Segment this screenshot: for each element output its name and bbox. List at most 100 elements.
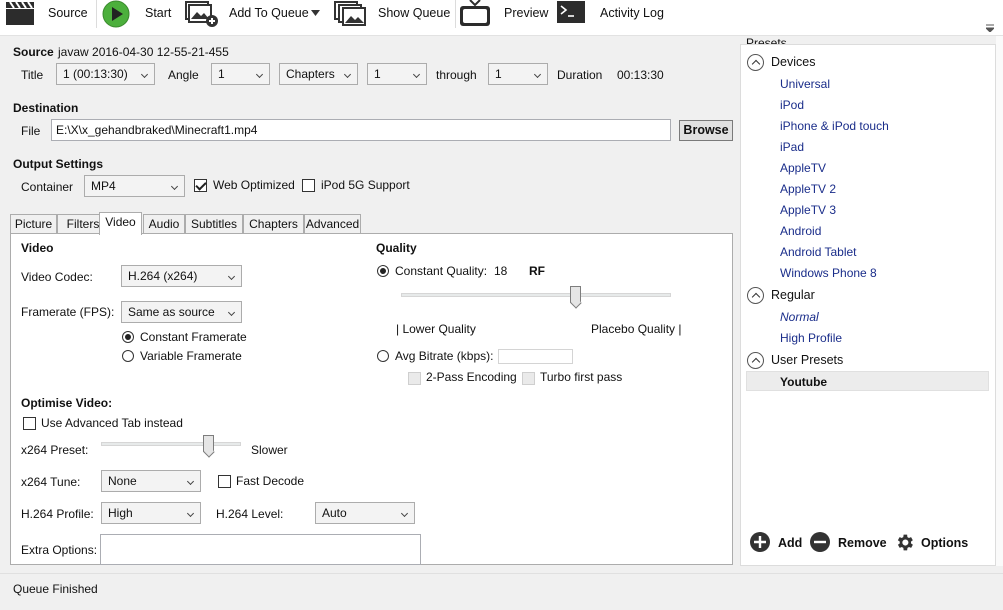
add-preset-label: Add xyxy=(778,536,803,550)
tab-chapters[interactable]: Chapters xyxy=(243,214,304,234)
avg-bitrate-radio[interactable] xyxy=(377,350,389,362)
tab-audio[interactable]: Audio xyxy=(143,214,185,234)
destination-heading: Destination xyxy=(13,101,79,115)
constant-framerate-radio[interactable] xyxy=(122,331,134,343)
preview-label: Preview xyxy=(504,6,549,20)
tab-advanced[interactable]: Advanced xyxy=(304,214,361,234)
source-button[interactable]: Source xyxy=(0,0,92,30)
collapse-chevron-icon xyxy=(747,54,764,71)
framerate-label: Framerate (FPS): xyxy=(21,305,115,319)
use-advanced-tab-label: Use Advanced Tab instead xyxy=(41,416,183,430)
preview-button[interactable]: Preview xyxy=(459,0,549,30)
quality-slider-track[interactable] xyxy=(401,293,671,297)
preset-category-label: Regular xyxy=(771,288,815,302)
preset-item-android[interactable]: Android xyxy=(780,224,821,238)
preset-item-windows-phone-8[interactable]: Windows Phone 8 xyxy=(780,266,877,280)
fast-decode-label: Fast Decode xyxy=(236,474,305,488)
remove-preset-label: Remove xyxy=(838,536,887,550)
preset-item-universal[interactable]: Universal xyxy=(780,77,830,91)
tab-video[interactable]: Video xyxy=(99,212,142,235)
h264-profile-select[interactable]: High xyxy=(101,502,201,524)
status-bar: Queue Finished xyxy=(0,573,1003,610)
optimise-video-heading: Optimise Video: xyxy=(21,396,113,410)
add-circle-icon xyxy=(750,532,770,552)
toolbar-separator xyxy=(455,0,456,28)
x264-tune-select[interactable]: None xyxy=(101,470,201,492)
placebo-quality-label: Placebo Quality | xyxy=(591,322,682,336)
extra-options-input[interactable] xyxy=(100,534,421,565)
add-to-queue-button[interactable]: Add To Queue xyxy=(183,0,323,30)
framerate-select[interactable]: Same as source xyxy=(121,301,242,323)
rf-value: 18 xyxy=(494,264,508,278)
preset-options-label: Options xyxy=(921,536,969,550)
two-pass-checkbox[interactable] xyxy=(408,372,421,385)
toolbar: Source Start Add To Queue Show Queue Pre… xyxy=(0,0,1003,36)
variable-framerate-label: Variable Framerate xyxy=(140,349,242,363)
tab-picture[interactable]: Picture xyxy=(10,214,57,234)
title-select[interactable]: 1 (00:13:30) xyxy=(56,63,155,85)
use-advanced-tab-checkbox[interactable] xyxy=(23,417,36,430)
start-label: Start xyxy=(145,6,172,20)
preset-item-android-tablet[interactable]: Android Tablet xyxy=(780,245,857,259)
preset-item-normal[interactable]: Normal xyxy=(780,310,819,324)
container-label: Container xyxy=(21,180,74,194)
dropdown-arrow-icon xyxy=(311,10,320,16)
h264-level-select[interactable]: Auto xyxy=(315,502,415,524)
show-queue-button[interactable]: Show Queue xyxy=(332,0,452,30)
video-tab-panel: Video Video Codec: H.264 (x264) Framerat… xyxy=(10,233,733,565)
preset-item-appletv[interactable]: AppleTV xyxy=(780,161,826,175)
tab-subtitles[interactable]: Subtitles xyxy=(185,214,243,234)
angle-select[interactable]: 1 xyxy=(211,63,270,85)
preset-item-iphone-ipod-touch[interactable]: iPhone & iPod touch xyxy=(780,119,889,133)
video-codec-select[interactable]: H.264 (x264) xyxy=(121,265,242,287)
web-optimized-checkbox[interactable] xyxy=(194,179,207,192)
source-heading: Source xyxy=(13,45,54,59)
avg-bitrate-label: Avg Bitrate (kbps): xyxy=(395,349,494,363)
quality-slider-thumb[interactable] xyxy=(570,286,581,303)
x264-tune-label: x264 Tune: xyxy=(21,475,81,489)
preset-item-youtube[interactable]: Youtube xyxy=(780,375,827,389)
preset-item-ipad[interactable]: iPad xyxy=(780,140,804,154)
turbo-first-pass-checkbox[interactable] xyxy=(522,372,535,385)
h264-profile-label: H.264 Profile: xyxy=(21,507,94,521)
preset-item-high-profile[interactable]: High Profile xyxy=(780,331,842,345)
container-select[interactable]: MP4 xyxy=(84,175,185,197)
fast-decode-checkbox[interactable] xyxy=(218,475,231,488)
range-start-select[interactable]: 1 xyxy=(367,63,427,85)
constant-quality-label: Constant Quality: xyxy=(395,264,488,278)
tv-icon xyxy=(460,0,490,26)
video-codec-label: Video Codec: xyxy=(21,270,93,284)
collapse-chevron-icon xyxy=(747,287,764,304)
terminal-icon xyxy=(557,1,585,23)
remove-circle-icon xyxy=(810,532,830,552)
turbo-first-pass-label: Turbo first pass xyxy=(540,370,623,384)
x264-preset-label: x264 Preset: xyxy=(21,443,89,457)
constant-framerate-label: Constant Framerate xyxy=(140,330,247,344)
start-button[interactable]: Start xyxy=(100,0,178,30)
toolbar-overflow-icon[interactable] xyxy=(986,24,994,32)
show-queue-label: Show Queue xyxy=(378,6,451,20)
activity-log-label: Activity Log xyxy=(600,6,664,20)
x264-preset-slider-thumb[interactable] xyxy=(203,435,214,452)
avg-bitrate-input[interactable] xyxy=(498,349,573,364)
x264-preset-slider-track[interactable] xyxy=(101,442,241,446)
clapperboard-icon xyxy=(6,1,34,25)
preset-category-label: User Presets xyxy=(771,353,844,367)
range-type-select[interactable]: Chapters xyxy=(279,63,358,85)
window-edge xyxy=(996,36,1003,566)
variable-framerate-radio[interactable] xyxy=(122,350,134,362)
title-label: Title xyxy=(21,68,44,82)
browse-button[interactable]: Browse xyxy=(679,120,733,141)
output-settings-heading: Output Settings xyxy=(13,157,103,171)
activity-log-button[interactable]: Activity Log xyxy=(556,0,666,30)
range-end-select[interactable]: 1 xyxy=(488,63,548,85)
extra-options-label: Extra Options: xyxy=(21,543,98,557)
preset-item-ipod[interactable]: iPod xyxy=(780,98,804,112)
gear-icon xyxy=(897,534,913,551)
preset-item-appletv-2[interactable]: AppleTV 2 xyxy=(780,182,836,196)
source-name: javaw 2016-04-30 12-55-21-455 xyxy=(58,45,229,59)
preset-item-appletv-3[interactable]: AppleTV 3 xyxy=(780,203,836,217)
ipod-5g-checkbox[interactable] xyxy=(302,179,315,192)
constant-quality-radio[interactable] xyxy=(377,265,389,277)
destination-file-input[interactable]: E:\X\x_gehandbraked\Minecraft1.mp4 xyxy=(51,119,671,141)
